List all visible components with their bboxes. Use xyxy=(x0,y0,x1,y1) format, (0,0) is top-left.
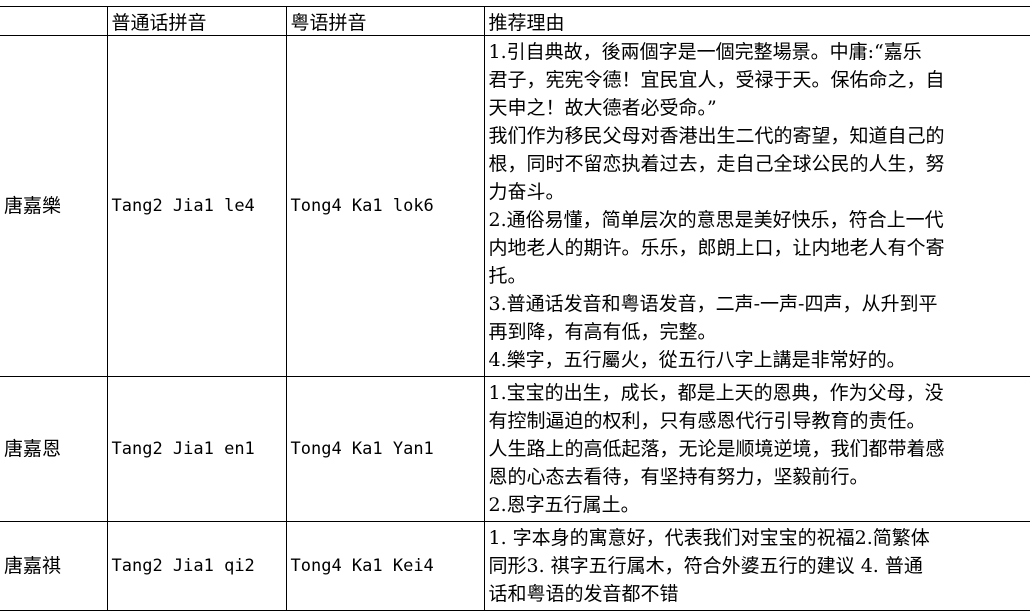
name-recommendation-table: 普通话拼音 粤语拼音 推荐理由 唐嘉樂 Tang2 Jia1 le4 Tong4… xyxy=(0,6,1030,611)
cell-mandarin[interactable]: Tang2 Jia1 en1 xyxy=(106,376,287,522)
reason-line: 内地老人的期许。乐乐，郎朗上口，让内地老人有个寄 xyxy=(488,237,945,259)
reason-line: 4.樂字，五行屬火，從五行八字上講是非常好的。 xyxy=(488,349,906,371)
reason-line: 根，同时不留恋执着过去，走自己全球公民的人生，努 xyxy=(488,153,945,175)
reason-line: 力奋斗。 xyxy=(488,181,565,203)
reason-line: 2.恩字五行属土。 xyxy=(488,494,640,516)
reason-line: 天申之！故大德者必受命。” xyxy=(488,97,717,119)
reason-line: 1.宝宝的出生，成长，都是上天的恩典，作为父母，没 xyxy=(488,382,944,404)
reason-line: 1. 字本身的寓意好，代表我们对宝宝的祝福2.简繁体 xyxy=(488,527,930,549)
cell-reason[interactable]: 1.宝宝的出生，成长，都是上天的恩典，作为父母，没 有控制逼迫的权利，只有感恩代… xyxy=(483,376,1030,522)
cell-mandarin[interactable]: Tang2 Jia1 le4 xyxy=(106,35,287,377)
reason-line: 我们作为移民父母对香港出生二代的寄望，知道自己的 xyxy=(488,125,945,147)
reason-line: 同形3. 祺字五行属木，符合外婆五行的建议 4. 普通 xyxy=(488,555,923,577)
cell-reason[interactable]: 1.引自典故，後兩個字是一個完整場景。中庸:“嘉乐 君子，宪宪令德！宜民宜人，受… xyxy=(483,35,1030,377)
header-cell-cantonese[interactable]: 粤语拼音 xyxy=(285,6,485,36)
table-row: 唐嘉恩 Tang2 Jia1 en1 Tong4 Ka1 Yan1 1.宝宝的出… xyxy=(0,376,1030,522)
reason-line: 1.引自典故，後兩個字是一個完整場景。中庸:“嘉乐 xyxy=(488,41,922,63)
reason-line: 3.普通话发音和粤语发音，二声-一声-四声，从升到平 xyxy=(488,293,938,315)
table-row: 唐嘉祺 Tang2 Jia1 qi2 Tong4 Ka1 Kei4 1. 字本身… xyxy=(0,521,1030,611)
cell-name[interactable]: 唐嘉恩 xyxy=(0,376,108,522)
cell-name[interactable]: 唐嘉樂 xyxy=(0,35,108,377)
reason-line: 有控制逼迫的权利，只有感恩代行引导教育的责任。 xyxy=(488,410,926,432)
reason-line: 人生路上的高低起落，无论是顺境逆境，我们都带着感 xyxy=(488,438,945,460)
header-cell-name[interactable] xyxy=(0,6,108,36)
cell-reason[interactable]: 1. 字本身的寓意好，代表我们对宝宝的祝福2.简繁体 同形3. 祺字五行属木，符… xyxy=(483,521,1030,611)
header-cell-mandarin[interactable]: 普通话拼音 xyxy=(106,6,287,36)
header-row: 普通话拼音 粤语拼音 推荐理由 xyxy=(0,6,1030,36)
header-cell-reason[interactable]: 推荐理由 xyxy=(483,6,1030,36)
cell-cantonese[interactable]: Tong4 Ka1 Kei4 xyxy=(285,521,485,611)
cell-name[interactable]: 唐嘉祺 xyxy=(0,521,108,611)
reason-line: 2.通俗易懂，简单层次的意思是美好快乐，符合上一代 xyxy=(488,209,944,231)
reason-line: 恩的心态去看待，有坚持有努力，坚毅前行。 xyxy=(488,466,869,488)
reason-line: 再到降，有高有低，完整。 xyxy=(488,321,717,343)
cell-cantonese[interactable]: Tong4 Ka1 lok6 xyxy=(285,35,485,377)
reason-line: 君子，宪宪令德！宜民宜人，受禄于天。保佑命之，自 xyxy=(488,69,945,91)
table-row: 唐嘉樂 Tang2 Jia1 le4 Tong4 Ka1 lok6 1.引自典故… xyxy=(0,35,1030,377)
cell-mandarin[interactable]: Tang2 Jia1 qi2 xyxy=(106,521,287,611)
cell-cantonese[interactable]: Tong4 Ka1 Yan1 xyxy=(285,376,485,522)
reason-line: 托。 xyxy=(488,265,527,287)
